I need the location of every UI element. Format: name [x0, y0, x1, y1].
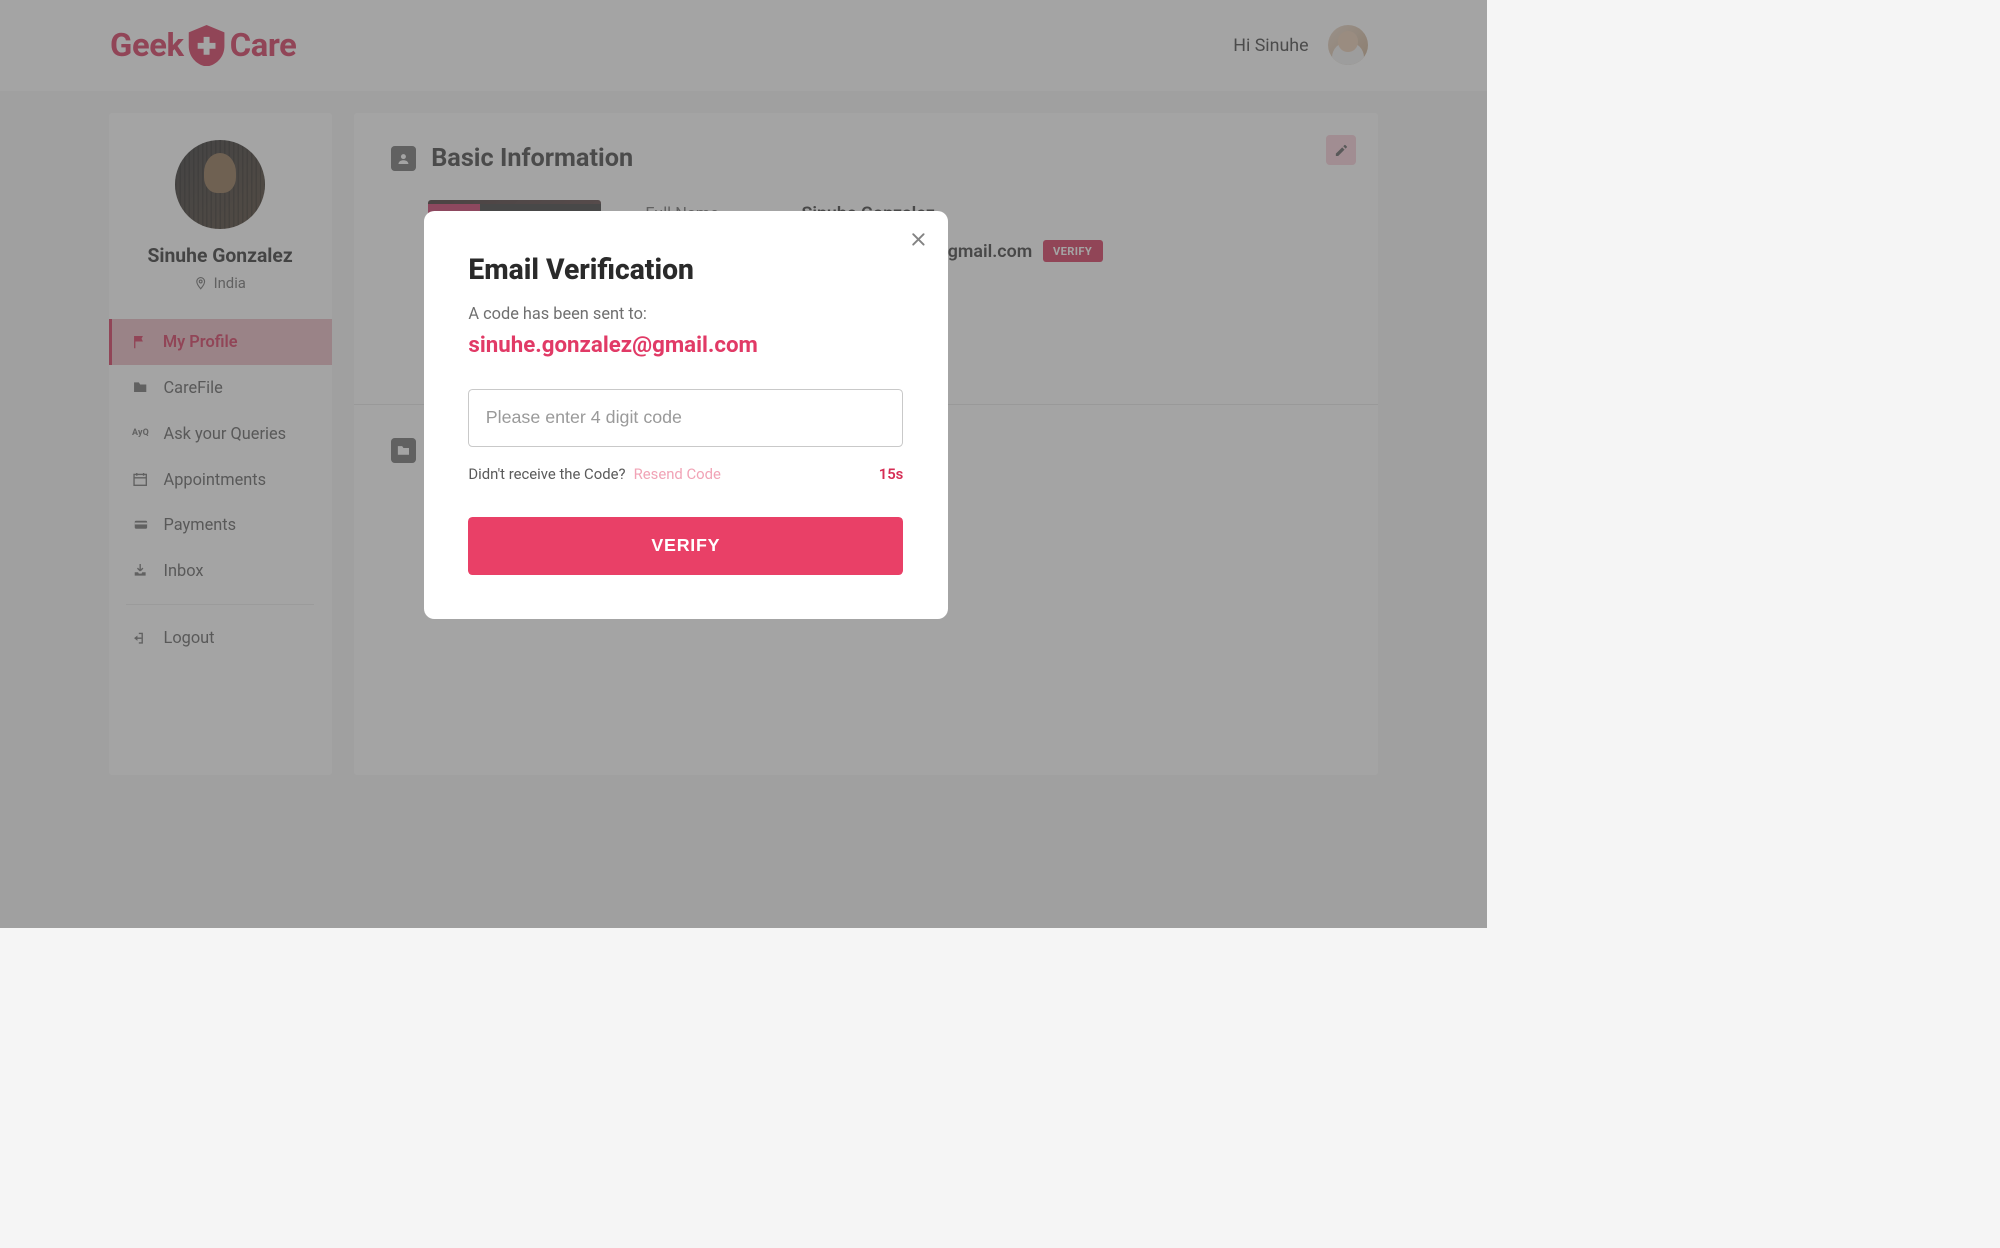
email-verification-modal: Email Verification A code has been sent … [424, 211, 948, 619]
close-button[interactable] [908, 229, 929, 250]
didnt-receive-text: Didn't receive the Code? [468, 465, 625, 483]
verify-button[interactable]: VERIFY [468, 517, 903, 575]
verification-code-input[interactable] [468, 389, 903, 447]
close-icon [908, 229, 929, 250]
resend-timer: 15s [879, 465, 904, 483]
resend-code-link[interactable]: Resend Code [634, 465, 721, 483]
modal-subtitle: A code has been sent to: [468, 304, 903, 323]
modal-title: Email Verification [468, 253, 903, 286]
modal-email: sinuhe.gonzalez@gmail.com [468, 332, 903, 358]
